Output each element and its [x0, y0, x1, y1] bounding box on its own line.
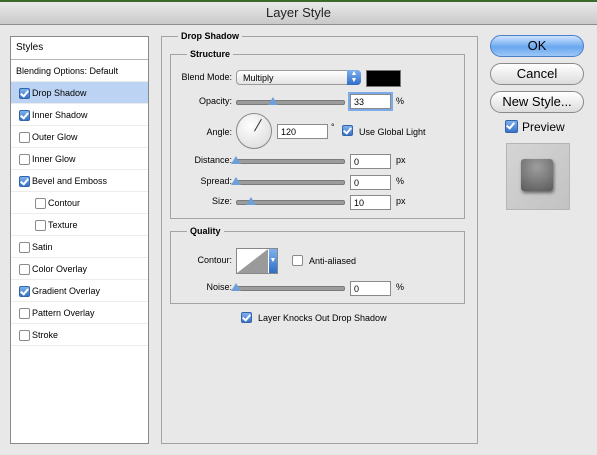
noise-slider-thumb[interactable]: [231, 283, 241, 291]
chevron-down-icon: ▼: [269, 249, 277, 273]
size-label: Size:: [211, 196, 232, 206]
preview-swatch: [521, 159, 553, 191]
size-unit: px: [396, 196, 406, 206]
contour-picker[interactable]: ▼: [236, 248, 278, 274]
anti-aliased-checkbox[interactable]: [292, 255, 303, 266]
distance-label: Distance:: [194, 155, 232, 165]
window-edge: [0, 0, 597, 2]
size-slider-thumb[interactable]: [246, 197, 256, 205]
styles-header[interactable]: Styles: [11, 37, 148, 60]
style-item-label: Contour: [48, 198, 81, 208]
opacity-slider-track[interactable]: [236, 100, 345, 105]
new-style-button[interactable]: New Style...: [490, 91, 584, 113]
quality-title: Quality: [187, 226, 224, 236]
style-checkbox-color-overlay[interactable]: [19, 264, 30, 275]
cancel-button[interactable]: Cancel: [490, 63, 584, 85]
style-checkbox-texture[interactable]: [35, 220, 46, 231]
style-item-label: Satin: [32, 242, 53, 252]
opacity-unit: %: [396, 96, 405, 106]
style-item-stroke[interactable]: Stroke: [11, 324, 148, 346]
blend-mode-label: Blend Mode:: [181, 72, 232, 82]
style-checkbox-contour[interactable]: [35, 198, 46, 209]
noise-unit: %: [396, 282, 405, 292]
use-global-light-checkbox[interactable]: [342, 125, 353, 136]
style-item-label: Inner Glow: [32, 154, 76, 164]
distance-input[interactable]: 0: [350, 154, 391, 169]
style-item-label: Texture: [48, 220, 78, 230]
spread-input[interactable]: 0: [350, 175, 391, 190]
distance-unit: px: [396, 155, 406, 165]
blend-mode-select[interactable]: Multiply ▲ ▼: [236, 70, 361, 85]
style-checkbox-outer-glow[interactable]: [19, 132, 30, 143]
angle-dial-needle: [254, 118, 262, 132]
angle-dial[interactable]: [236, 113, 272, 149]
spread-slider-track[interactable]: [236, 180, 345, 185]
opacity-label: Opacity:: [198, 96, 232, 106]
style-item-label: Color Overlay: [32, 264, 88, 274]
shadow-color-swatch[interactable]: [366, 70, 401, 87]
style-item-label: Blending Options: Default: [16, 66, 119, 76]
style-item-gradient-overlay[interactable]: Gradient Overlay: [11, 280, 148, 302]
style-item-label: Pattern Overlay: [32, 308, 95, 318]
style-checkbox-inner-glow[interactable]: [19, 154, 30, 165]
style-preview: [506, 143, 570, 210]
style-checkbox-drop-shadow[interactable]: [19, 88, 30, 99]
noise-input[interactable]: 0: [350, 281, 391, 296]
style-checkbox-pattern-overlay[interactable]: [19, 308, 30, 319]
noise-label: Noise:: [206, 282, 232, 292]
spread-slider-thumb[interactable]: [231, 177, 241, 185]
angle-label: Angle:: [206, 127, 232, 137]
style-checkbox-gradient-overlay[interactable]: [19, 286, 30, 297]
distance-slider-thumb[interactable]: [231, 156, 241, 164]
preview-label: Preview: [522, 120, 565, 134]
style-item-label: Gradient Overlay: [32, 286, 101, 296]
style-item-label: Inner Shadow: [32, 110, 88, 120]
style-item-label: Outer Glow: [32, 132, 78, 142]
style-item-inner-glow[interactable]: Inner Glow: [11, 148, 148, 170]
style-item-satin[interactable]: Satin: [11, 236, 148, 258]
preview-checkbox[interactable]: [505, 120, 518, 133]
style-checkbox-bevel-and-emboss[interactable]: [19, 176, 30, 187]
spread-label: Spread:: [200, 176, 232, 186]
layer-knocks-out-checkbox[interactable]: [241, 312, 252, 323]
ok-button[interactable]: OK: [490, 35, 584, 57]
structure-title: Structure: [187, 49, 234, 59]
contour-curve: [237, 249, 268, 273]
styles-panel: Styles Blending Options: Default Drop Sha…: [10, 36, 149, 444]
style-item-blending-options-default[interactable]: Blending Options: Default: [11, 60, 148, 82]
opacity-input[interactable]: 33: [350, 94, 391, 109]
drop-shadow-title: Drop Shadow: [178, 31, 242, 41]
anti-aliased-label: Anti-aliased: [309, 256, 357, 266]
style-item-texture[interactable]: Texture: [11, 214, 148, 236]
quality-group: [170, 231, 465, 304]
style-checkbox-inner-shadow[interactable]: [19, 110, 30, 121]
style-item-contour[interactable]: Contour: [11, 192, 148, 214]
angle-input[interactable]: 120: [277, 124, 328, 139]
style-item-outer-glow[interactable]: Outer Glow: [11, 126, 148, 148]
style-item-bevel-and-emboss[interactable]: Bevel and Emboss: [11, 170, 148, 192]
spread-unit: %: [396, 176, 405, 186]
style-item-pattern-overlay[interactable]: Pattern Overlay: [11, 302, 148, 324]
style-checkbox-stroke[interactable]: [19, 330, 30, 341]
angle-unit: °: [331, 122, 335, 132]
size-input[interactable]: 10: [350, 195, 391, 210]
opacity-slider-thumb[interactable]: [268, 97, 278, 105]
contour-label: Contour:: [197, 255, 232, 265]
use-global-light-label: Use Global Light: [359, 127, 426, 137]
blend-mode-value: Multiply: [243, 73, 274, 83]
title-bar: Layer Style: [0, 0, 597, 25]
style-item-label: Bevel and Emboss: [32, 176, 108, 186]
chevron-up-down-icon: ▲ ▼: [347, 70, 361, 85]
noise-slider-track[interactable]: [236, 286, 345, 291]
style-item-label: Drop Shadow: [32, 88, 87, 98]
style-item-drop-shadow[interactable]: Drop Shadow: [11, 82, 148, 104]
style-item-inner-shadow[interactable]: Inner Shadow: [11, 104, 148, 126]
distance-slider-track[interactable]: [236, 159, 345, 164]
layer-knocks-out-label: Layer Knocks Out Drop Shadow: [258, 313, 387, 323]
window-title: Layer Style: [265, 5, 332, 20]
style-item-label: Stroke: [32, 330, 59, 340]
style-item-color-overlay[interactable]: Color Overlay: [11, 258, 148, 280]
style-checkbox-satin[interactable]: [19, 242, 30, 253]
